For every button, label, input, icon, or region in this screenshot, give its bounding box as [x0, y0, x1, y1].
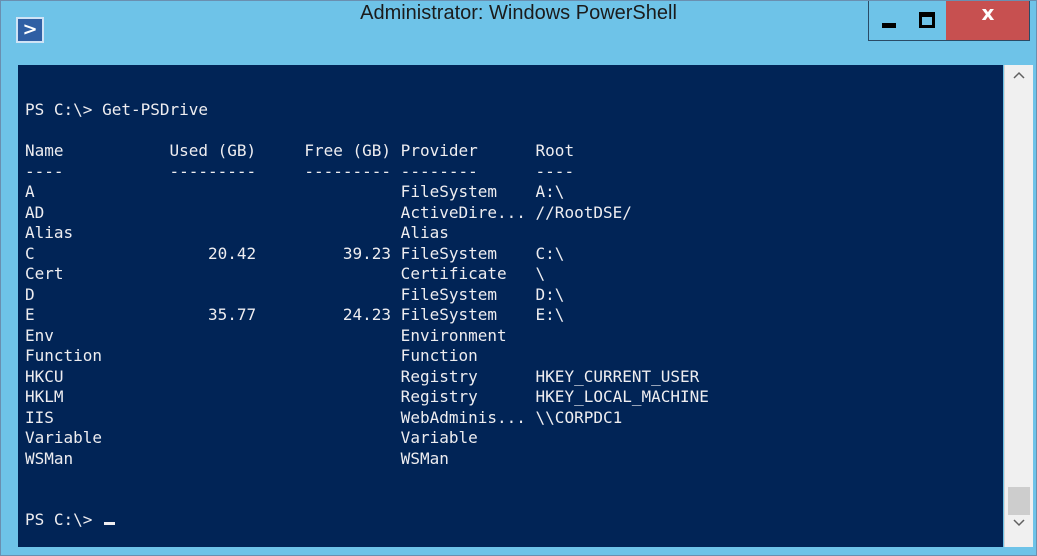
console-area[interactable]: PS C:\> Get-PSDrive Name Used (GB) Free (… [18, 65, 1003, 547]
maximize-icon [919, 12, 935, 28]
scrollbar-thumb[interactable] [1008, 487, 1030, 515]
console-output: PS C:\> Get-PSDrive Name Used (GB) Free (… [25, 100, 709, 531]
chevron-up-icon [1013, 71, 1025, 79]
maximize-button[interactable] [907, 1, 947, 41]
console-line: WSMan WSMan [25, 448, 449, 468]
console-line: Env Environment [25, 325, 507, 345]
console-line: C 20.42 39.23 FileSystem C:\ [25, 243, 565, 263]
console-line: Cert Certificate \ [25, 264, 546, 283]
console-line: A FileSystem A:\ [25, 182, 565, 201]
scroll-up-arrow[interactable] [1005, 68, 1033, 96]
console-line: Name Used (GB) Free (GB) Provider Root [25, 141, 575, 160]
console-line: ---- --------- --------- -------- ---- [25, 161, 575, 181]
close-button[interactable]: x [946, 1, 1030, 41]
console-line: PS C:\> [25, 510, 709, 531]
console-line: HKCU Registry HKEY_CURRENT_USER [25, 366, 700, 386]
console-line: PS C:\> Get-PSDrive [25, 100, 209, 119]
console-line: D FileSystem D:\ [25, 284, 565, 304]
console-line: IIS WebAdminis... \\CORPDC1 [25, 407, 623, 427]
chevron-down-icon [1013, 519, 1025, 527]
console-line: HKLM Registry HKEY_LOCAL_MACHINE [25, 387, 709, 406]
minimize-button[interactable] [868, 1, 908, 41]
powershell-window: > Administrator: Windows PowerShell x PS… [0, 0, 1037, 556]
console-line: E 35.77 24.23 FileSystem E:\ [25, 305, 565, 324]
console-line: Alias Alias [25, 223, 449, 242]
console-line: AD ActiveDire... //RootDSE/ [25, 202, 632, 222]
console-line: Variable Variable [25, 428, 478, 447]
scroll-down-arrow[interactable] [1005, 516, 1033, 544]
text-cursor [104, 522, 116, 525]
console-line: Function Function [25, 346, 478, 365]
close-icon: x [981, 1, 995, 25]
minimize-icon [882, 23, 896, 28]
vertical-scrollbar[interactable] [1004, 65, 1033, 547]
